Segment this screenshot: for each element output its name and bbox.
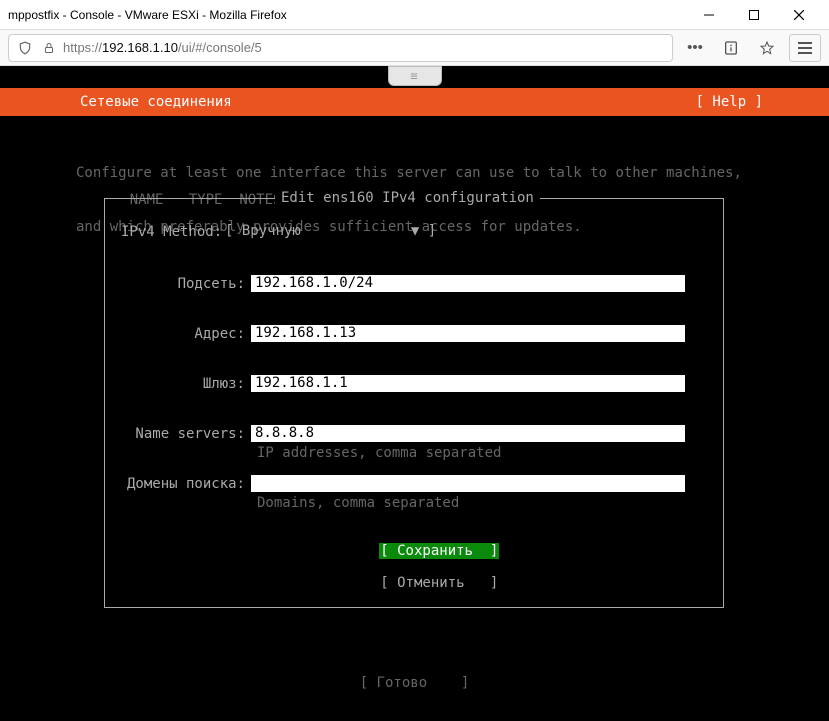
more-icon[interactable]: ••• [681, 34, 709, 62]
footer-buttons: [ Готово ] [ Назад ] [0, 638, 829, 721]
gateway-label: Шлюз: [105, 375, 251, 393]
help-button[interactable]: [ Help ] [696, 94, 763, 110]
address-label: Адрес: [105, 325, 251, 343]
gateway-input[interactable] [251, 375, 685, 392]
lock-icon [41, 40, 57, 56]
search-domains-label: Домены поиска: [105, 475, 251, 493]
gateway-row: Шлюз: [105, 375, 723, 393]
nameservers-label: Name servers: [105, 425, 251, 443]
method-row: IPv4 Method: [ Вручную▼ ] [105, 223, 723, 241]
search-domains-input[interactable] [251, 475, 685, 492]
subnet-label: Подсеть: [105, 275, 251, 293]
nameservers-input[interactable] [251, 425, 685, 442]
url-prefix: https:// [63, 40, 102, 55]
url-bar[interactable]: https://192.168.1.10/ui/#/console/5 [8, 34, 673, 62]
url-path: /ui/#/console/5 [178, 40, 262, 55]
nameservers-row: Name servers: [105, 425, 723, 443]
window-maximize-button[interactable] [731, 0, 776, 29]
reader-icon[interactable] [717, 34, 745, 62]
menu-button[interactable] [789, 34, 821, 62]
window-titlebar: mppostfix - Console - VMware ESXi - Mozi… [0, 0, 829, 30]
done-button[interactable]: [ Готово ] [0, 674, 829, 692]
bookmark-star-icon[interactable] [753, 34, 781, 62]
subnet-input[interactable] [251, 275, 685, 292]
ipv4-config-dialog: Edit ens160 IPv4 configuration IPv4 Meth… [104, 198, 724, 608]
browser-toolbar: https://192.168.1.10/ui/#/console/5 ••• [0, 30, 829, 66]
window-close-button[interactable] [776, 0, 821, 29]
installer-header: Сетевые соединения [ Help ] [0, 88, 829, 116]
installer-title: Сетевые соединения [80, 94, 232, 110]
tracking-shield-icon [17, 40, 33, 56]
address-row: Адрес: [105, 325, 723, 343]
window-title: mppostfix - Console - VMware ESXi - Mozi… [8, 8, 686, 22]
url-host: 192.168.1.10 [102, 40, 178, 55]
address-input[interactable] [251, 325, 685, 342]
search-domains-hint: Domains, comma separated [257, 495, 459, 511]
subnet-row: Подсеть: [105, 275, 723, 293]
nameservers-hint: IP addresses, comma separated [257, 445, 501, 461]
method-label: IPv4 Method: [105, 223, 225, 241]
dialog-title: Edit ens160 IPv4 configuration [275, 190, 540, 206]
console-viewport: ≡ Сетевые соединения [ Help ] Configure … [0, 66, 829, 721]
save-button[interactable]: [ Сохранить ] [379, 543, 499, 559]
window-minimize-button[interactable] [686, 0, 731, 29]
console-tray-handle[interactable]: ≡ [388, 66, 442, 86]
dialog-buttons: [ Сохранить ] [ Отменить ] [105, 527, 723, 607]
search-domains-row: Домены поиска: [105, 475, 723, 493]
method-dropdown[interactable]: [ Вручную▼ ] [225, 223, 436, 239]
cancel-button[interactable]: [ Отменить ] [379, 575, 499, 591]
